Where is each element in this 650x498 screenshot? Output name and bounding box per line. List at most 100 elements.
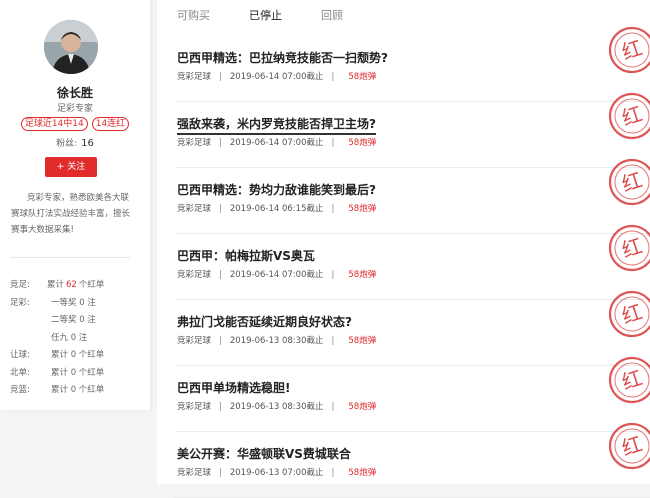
separator: | [331,72,335,82]
stamp-text: 红 [619,431,645,460]
article-meta: 竞彩足球 | 2019-06-13 08:30截止 | 58炮弹 [177,334,376,346]
article-category: 竞彩足球 [177,336,212,346]
article-price: 58炮弹 [348,138,377,148]
red-result-stamp-icon: 红 [608,92,650,140]
stat-suffix: 累计 0 个红单 [51,367,105,378]
expert-profile-panel: 徐长胜 足彩专家 足球近14中14 14连红 粉丝: 16 + 关注 竞彩专家，熟悉… [0,0,150,410]
article-deadline: 2019-06-13 08:30截止 [229,336,324,346]
separator: | [331,204,335,214]
tab-available[interactable]: 可购买 [177,7,210,23]
stat-row: 二等奖 0 注 [10,312,145,330]
stat-key: 竞足: [10,280,30,290]
separator: | [331,336,335,346]
article-category: 竞彩足球 [177,468,212,478]
article-price: 58炮弹 [348,468,377,478]
separator: | [219,336,222,346]
article-category: 竞彩足球 [177,138,212,148]
stamp-text: 红 [619,101,645,130]
article-title[interactable]: 巴西甲精选：巴拉纳竞技能否一扫颓势? [177,49,388,66]
separator: | [331,402,335,412]
fans-label: 粉丝: [56,139,78,149]
red-result-stamp-icon: 红 [608,422,650,470]
stat-suffix: 二等奖 0 注 [51,315,96,325]
stat-value: 累计 0 个红单 [47,365,104,383]
article-meta: 竞彩足球 | 2019-06-13 07:00截止 | 58炮弹 [177,466,376,478]
article-price: 58炮弹 [348,72,377,82]
separator: | [331,468,335,478]
separator: | [219,204,222,214]
status-tabs: 可购买 已停止 回顾 [157,0,650,36]
article-category: 竞彩足球 [177,270,212,280]
stat-highlight: 62 [66,280,77,290]
stat-value: 二等奖 0 注 [47,312,96,330]
separator: | [331,270,335,280]
stat-value: 累计 0 个红单 [47,382,104,400]
article-price: 58炮弹 [348,270,377,280]
separator: | [331,138,335,148]
avatar-image [44,20,98,74]
article-item[interactable]: 巴西甲单场精选稳胆! 竞彩足球 | 2019-06-13 08:30截止 | 58炮弹 … [157,356,650,432]
article-meta: 竞彩足球 | 2019-06-14 07:00截止 | 58炮弹 [177,70,376,82]
streak-badge: 足球近14中14 [20,117,88,131]
article-item[interactable]: 巴西甲精选：巴拉纳竞技能否一扫颓势? 竞彩足球 | 2019-06-14 07:00… [157,26,650,102]
separator: | [219,138,222,148]
article-deadline: 2019-06-14 06:15截止 [229,204,324,214]
tab-stopped[interactable]: 已停止 [249,7,282,23]
red-result-stamp-icon: 红 [608,224,650,272]
fans-count: 粉丝: 16 [0,136,150,149]
stamp-text: 红 [619,233,645,262]
article-category: 竞彩足球 [177,402,212,412]
separator: | [219,270,222,280]
stat-suffix: 任九 0 注 [51,332,88,343]
article-item[interactable]: 巴西甲精选：势均力敌谁能笑到最后? 竞彩足球 | 2019-06-14 06:15截… [157,158,650,234]
red-result-stamp-icon: 红 [608,26,650,74]
record-stats: 竞足: 累计 62 个红单 足彩: 一等奖 0 注二等奖 0 注任九 0 注让球: 累计 0… [10,277,145,400]
stat-value: 累计 0 个红单 [47,347,104,365]
stat-key: 北单: [10,367,30,378]
article-title[interactable]: 巴西甲：帕梅拉斯VS奥瓦 [177,247,315,264]
article-deadline: 2019-06-14 07:00截止 [229,270,324,280]
follow-button[interactable]: + 关注 [45,157,97,177]
separator: | [219,72,222,82]
article-title[interactable]: 美公开赛：华盛顿联VS费城联合 [177,445,351,462]
stamp-text: 红 [619,167,645,196]
fans-value: 16 [81,138,94,149]
red-result-stamp-icon: 红 [608,356,650,404]
stat-row: 北单: 累计 0 个红单 [10,365,145,383]
article-item[interactable]: 巴西甲：帕梅拉斯VS奥瓦 竞彩足球 | 2019-06-14 07:00截止 | 58炮… [157,224,650,300]
stat-row: 任九 0 注 [10,330,145,348]
article-deadline: 2019-06-13 07:00截止 [229,468,324,478]
article-deadline: 2019-06-13 08:30截止 [229,402,324,412]
article-category: 竞彩足球 [177,72,212,82]
article-title[interactable]: 巴西甲精选：势均力敌谁能笑到最后? [177,181,376,198]
article-meta: 竞彩足球 | 2019-06-14 06:15截止 | 58炮弹 [177,202,376,214]
stat-suffix: 一等奖 0 注 [51,297,96,308]
article-title[interactable]: 巴西甲单场精选稳胆! [177,379,290,396]
article-price: 58炮弹 [348,402,377,412]
article-title[interactable]: 强敌来袭，米内罗竞技能否捍卫主场? [177,115,376,135]
article-item[interactable]: 弗拉门戈能否延续近期良好状态? 竞彩足球 | 2019-06-13 08:30截止 |… [157,290,650,366]
stat-value: 一等奖 0 注 [47,295,96,313]
stat-row: 足彩: 一等奖 0 注 [10,295,145,313]
article-item[interactable]: 美公开赛：华盛顿联VS费城联合 竞彩足球 | 2019-06-13 07:00截止 |… [157,422,650,498]
stat-key: 竞篮: [10,385,30,395]
achievement-badges: 足球近14中14 14连红 [0,117,150,131]
stat-row: 竞足: 累计 62 个红单 [10,277,145,295]
article-deadline: 2019-06-14 07:00截止 [229,72,324,82]
separator: | [219,402,222,412]
avatar[interactable] [44,20,98,74]
win-streak-badge: 14连红 [91,117,130,131]
stat-prefix: 累计 [47,280,65,290]
tab-review[interactable]: 回顾 [321,7,343,23]
article-title[interactable]: 弗拉门戈能否延续近期良好状态? [177,313,352,330]
expert-name: 徐长胜 [56,86,93,100]
article-meta: 竞彩足球 | 2019-06-13 08:30截止 | 58炮弹 [177,400,376,412]
stat-key: 足彩: [10,297,30,308]
red-result-stamp-icon: 红 [608,158,650,206]
article-category: 竞彩足球 [177,204,212,214]
red-result-stamp-icon: 红 [608,290,650,338]
stamp-text: 红 [619,365,645,394]
separator: | [219,468,222,478]
article-list: 巴西甲精选：巴拉纳竞技能否一扫颓势? 竞彩足球 | 2019-06-14 07:00… [157,26,650,498]
article-item[interactable]: 强敌来袭，米内罗竞技能否捍卫主场? 竞彩足球 | 2019-06-14 07:00截… [157,92,650,168]
